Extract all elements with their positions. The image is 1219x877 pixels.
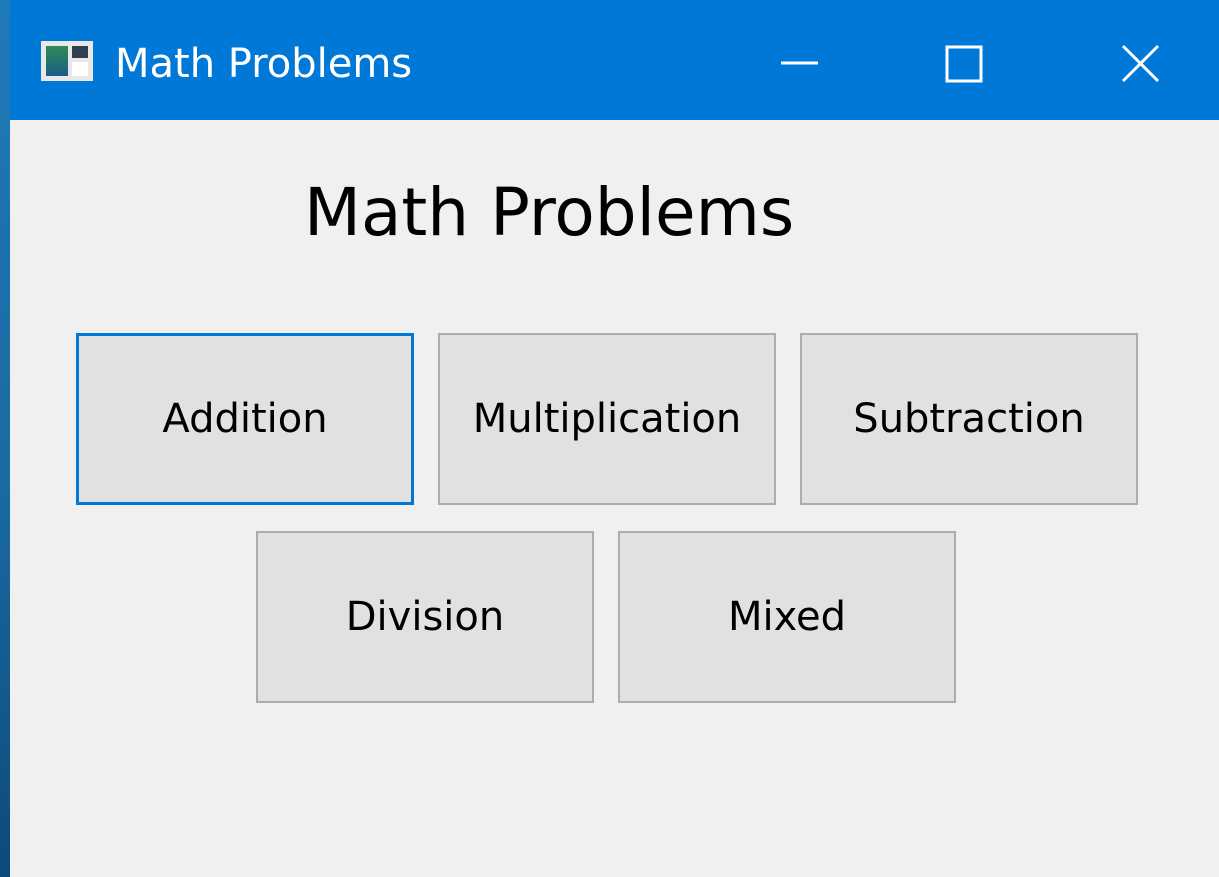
division-button[interactable]: Division: [256, 531, 594, 703]
page-title: Math Problems: [304, 174, 795, 251]
subtraction-button[interactable]: Subtraction: [800, 333, 1138, 505]
maximize-icon: [945, 45, 983, 83]
multiplication-button[interactable]: Multiplication: [438, 333, 776, 505]
minimize-icon: [781, 61, 818, 65]
minimize-button[interactable]: [730, 0, 850, 120]
app-window: Math Problems Math Problems Addition Mul…: [10, 0, 1219, 877]
close-icon: [1121, 44, 1160, 83]
window-title: Math Problems: [115, 41, 413, 87]
close-button[interactable]: [1080, 0, 1200, 120]
maximize-button[interactable]: [904, 0, 1024, 120]
mixed-button[interactable]: Mixed: [618, 531, 956, 703]
app-window-icon: [41, 41, 93, 81]
addition-button[interactable]: Addition: [76, 333, 414, 505]
title-bar[interactable]: Math Problems: [10, 0, 1219, 120]
